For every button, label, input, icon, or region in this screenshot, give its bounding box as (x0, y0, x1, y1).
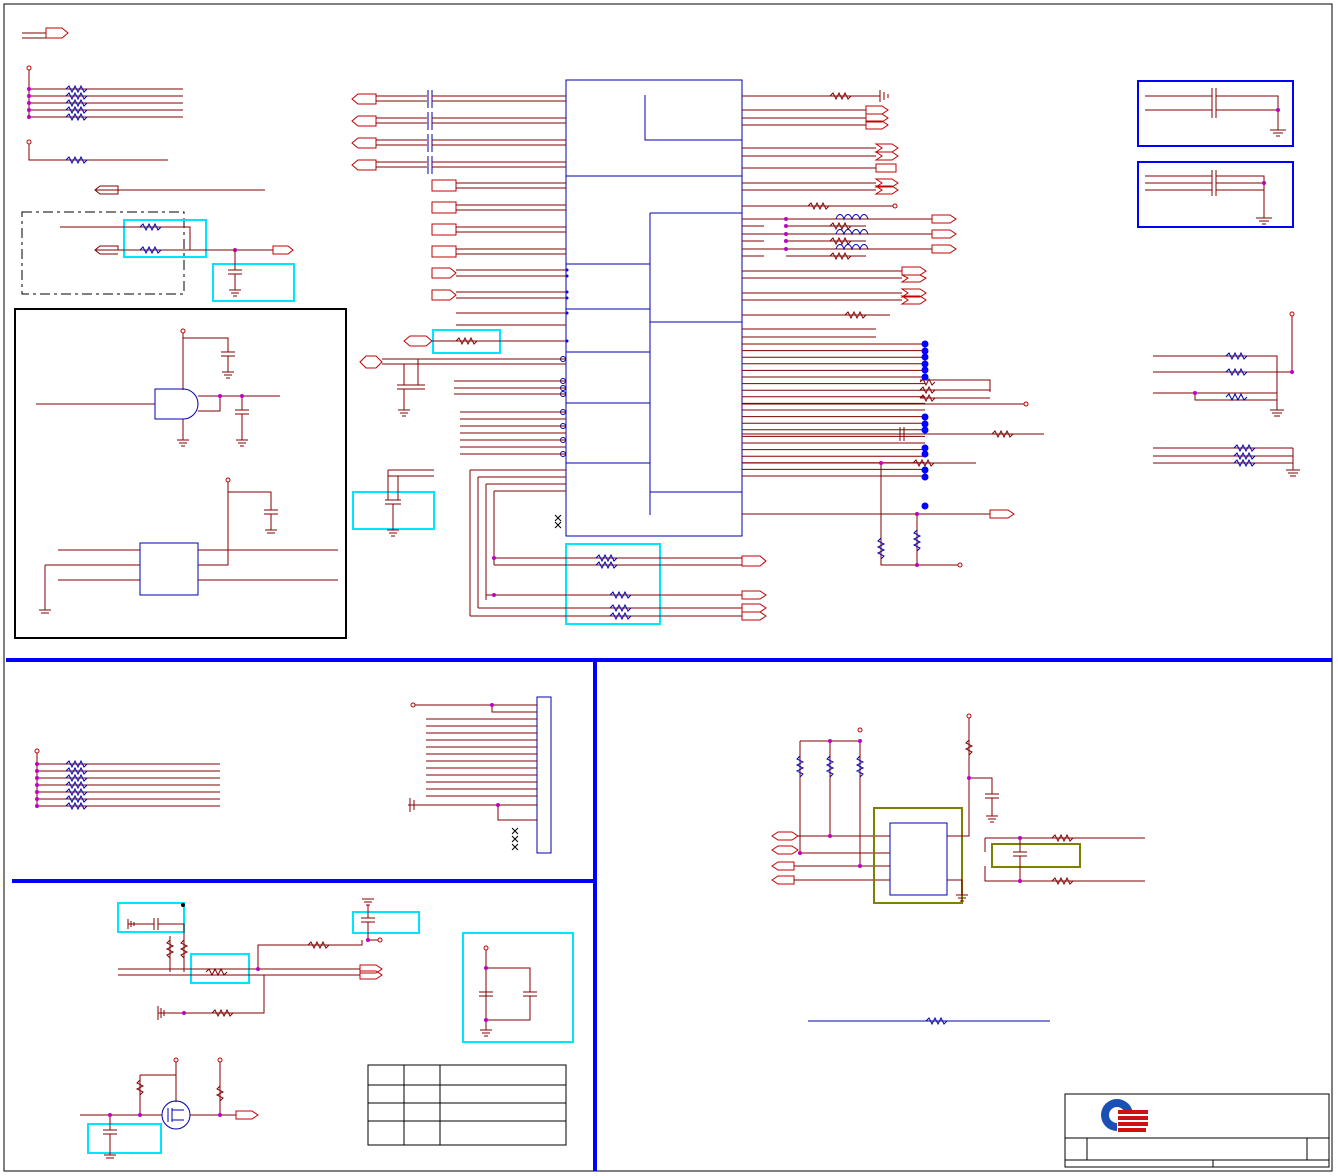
bottom-left-panel (80, 898, 574, 1159)
interface-panel (771, 713, 1145, 1026)
ic-right-pins (742, 343, 925, 477)
highlight-box (212, 263, 295, 302)
ic-right-network (742, 90, 1044, 568)
highlight-box (873, 807, 963, 904)
main-ic (565, 79, 743, 537)
highlight-box (87, 1123, 162, 1154)
title-block (1064, 1093, 1330, 1168)
highlight-box (565, 543, 661, 625)
highlight-box (991, 843, 1081, 868)
highlight-box (123, 219, 207, 258)
input-ports (351, 90, 566, 616)
power-supervisor-block (14, 308, 347, 639)
decoupling-boxes (1137, 80, 1294, 228)
connector-panel (34, 696, 552, 854)
sheet-border (3, 3, 1333, 1172)
highlight-box (462, 932, 574, 1043)
top-left-block (21, 27, 295, 302)
ic-left-pins (560, 268, 569, 457)
right-resistor-group (1153, 311, 1300, 477)
revision-table (367, 1064, 567, 1146)
output-resistor-block (470, 543, 767, 625)
ic-right-junctions (921, 340, 929, 510)
schematic-canvas (3, 3, 1333, 1172)
company-logo-icon (1101, 1099, 1149, 1132)
